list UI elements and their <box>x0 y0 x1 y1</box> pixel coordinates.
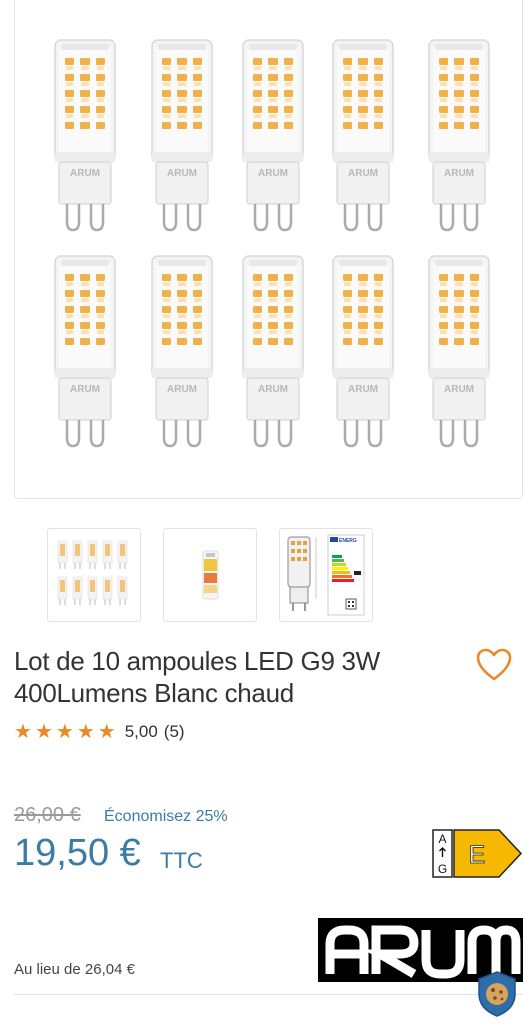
cookie-settings-button[interactable] <box>476 970 518 1018</box>
star-icon: ★ <box>14 721 32 743</box>
old-price: 26,00 € <box>14 804 81 826</box>
energy-label[interactable]: A G E <box>432 829 523 878</box>
star-icon: ★ <box>97 721 116 743</box>
energy-class-letter: E <box>469 841 486 869</box>
thumbnail-energy-image: ENERG <box>287 534 365 616</box>
thumbnail-energy-heading: ENERG <box>339 538 357 544</box>
product-rating[interactable]: ★ ★ ★ ★ ★ 5,00 (5) <box>14 720 185 744</box>
energy-class-badge: A G E <box>432 829 523 878</box>
thumbnail-packaging-image <box>202 550 219 600</box>
review-count[interactable]: (5) <box>164 722 185 742</box>
add-to-favorites-button[interactable] <box>476 648 512 682</box>
thumbnail-packaging[interactable] <box>163 528 257 622</box>
section-divider <box>14 994 523 995</box>
current-price: 19,50 € <box>14 832 141 874</box>
star-icon: ★ <box>76 721 95 743</box>
star-icon: ★ <box>34 721 53 743</box>
thumbnail-lot-of-10[interactable] <box>47 528 141 622</box>
price-tax-suffix: TTC <box>160 848 203 873</box>
bulbs-illustration <box>53 38 491 448</box>
heart-icon <box>476 648 512 681</box>
product-main-image[interactable]: ARUM ARUM ARUM ARUM ARUM ARUM ARUM ARUM … <box>14 0 523 499</box>
cookie-icon <box>478 971 516 1017</box>
rating-value: 5,00 <box>124 722 158 741</box>
saving-badge: Économisez 25% <box>104 808 228 825</box>
star-icon: ★ <box>55 721 74 743</box>
reference-price: Au lieu de 26,04 € <box>14 961 135 978</box>
energy-scale-top: A <box>438 832 446 846</box>
thumbnail-bulbs-image <box>57 540 128 605</box>
thumbnail-energy-sheet[interactable]: ENERG <box>279 528 373 622</box>
energy-scale-bottom: G <box>438 862 447 876</box>
product-title: Lot de 10 ampoules LED G9 3W 400Lumens B… <box>14 646 380 708</box>
